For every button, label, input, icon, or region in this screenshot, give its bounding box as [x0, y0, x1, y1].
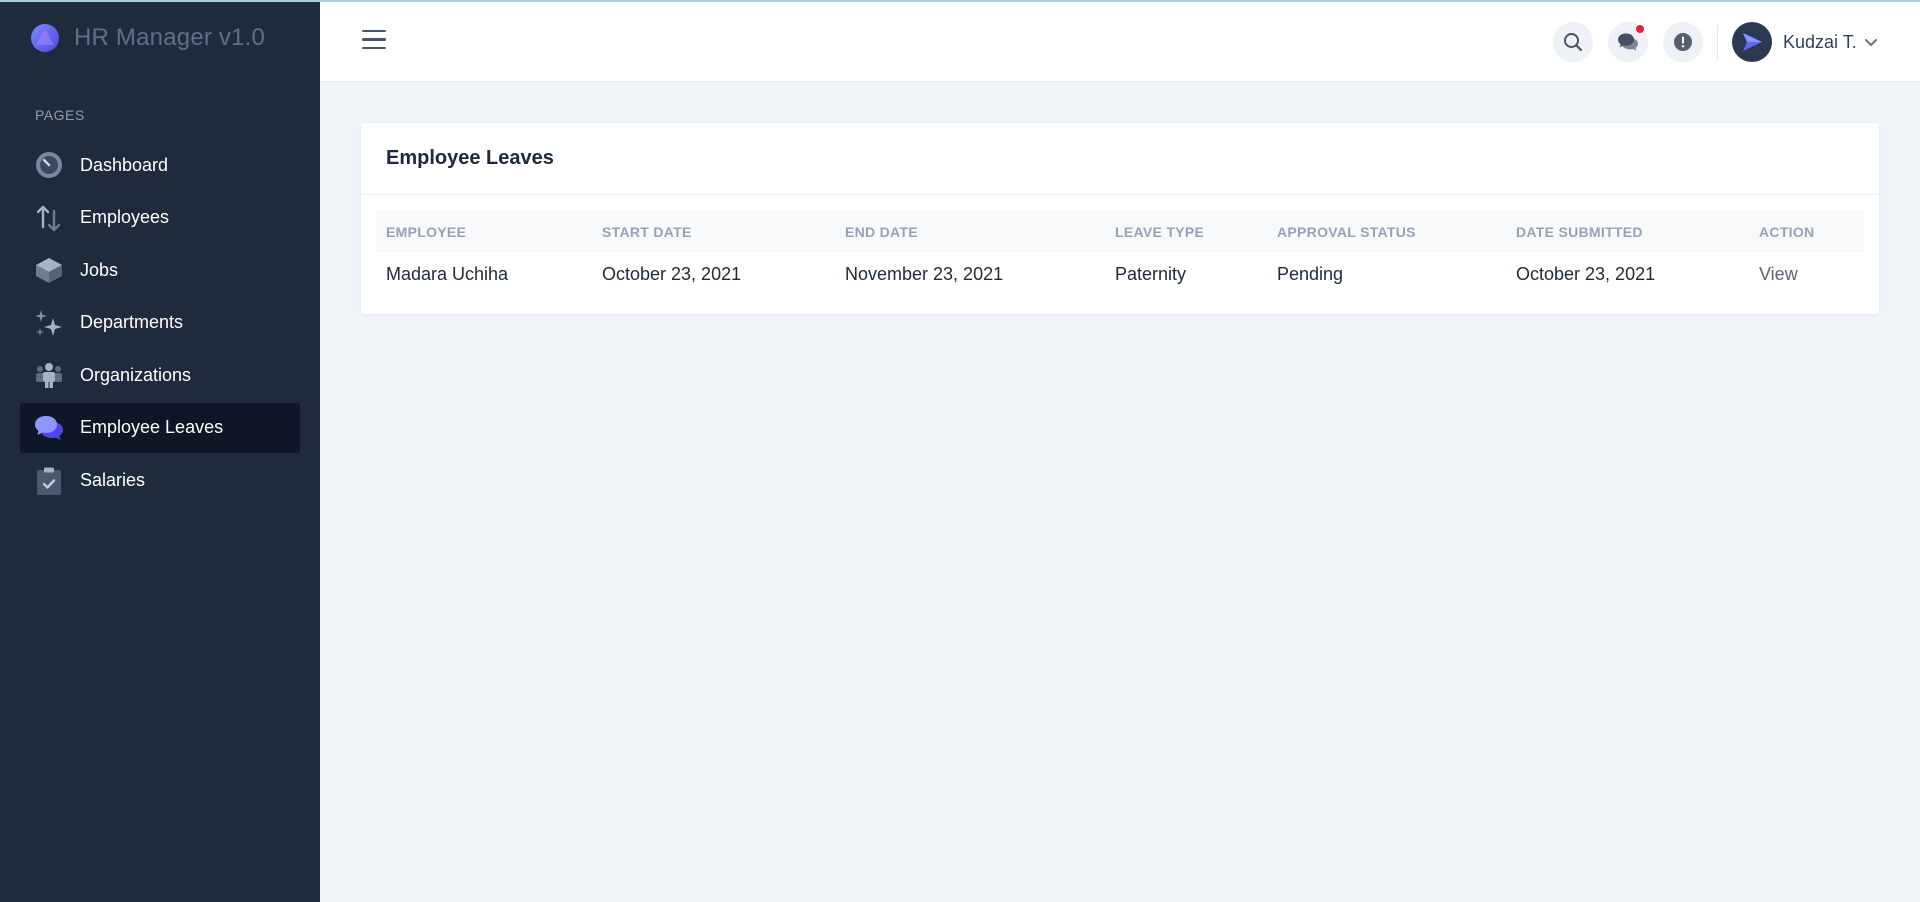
cell-leave-type: Paternity	[1115, 264, 1187, 284]
sidebar-section-label: PAGES	[35, 107, 85, 123]
avatar	[1732, 22, 1772, 62]
people-icon	[34, 360, 64, 390]
brand-logo-icon	[31, 24, 59, 52]
menu-toggle-icon[interactable]	[362, 30, 386, 52]
card-divider	[361, 194, 1879, 195]
column-header-action: ACTION	[1759, 224, 1815, 240]
cell-start-date: October 23, 2021	[602, 264, 742, 284]
search-icon	[1564, 33, 1583, 52]
column-header-approval-status: APPROVAL STATUS	[1277, 224, 1416, 240]
brand-name: HR Manager v1.0	[74, 24, 266, 51]
cell-date-submitted: October 23, 2021	[1516, 264, 1656, 284]
app-root: HR Manager v1.0 PAGES Dashboard Employee…	[0, 0, 1920, 902]
table-row: Madara Uchiha October 23, 2021 November …	[376, 252, 1864, 296]
sidebar-item-label: Salaries	[80, 470, 146, 491]
sidebar-item-employees[interactable]: Employees	[20, 193, 300, 243]
header-divider	[1717, 25, 1718, 59]
box-icon	[34, 255, 64, 285]
cell-employee: Madara Uchiha	[386, 264, 509, 284]
sidebar: HR Manager v1.0 PAGES Dashboard Employee…	[0, 0, 320, 902]
top-accent-line	[0, 0, 1920, 2]
sort-arrows-icon	[34, 203, 64, 233]
sidebar-item-label: Dashboard	[80, 154, 169, 175]
cell-approval-status: Pending	[1277, 264, 1344, 284]
sidebar-item-label: Employees	[80, 207, 170, 228]
sidebar-item-departments[interactable]: Departments	[20, 298, 300, 348]
notification-dot	[1636, 25, 1644, 33]
user-menu[interactable]: Kudzai T.	[1732, 21, 1879, 63]
alerts-button[interactable]	[1663, 22, 1703, 62]
column-header-leave-type: LEAVE TYPE	[1115, 224, 1205, 240]
top-header: Kudzai T.	[320, 0, 1920, 82]
sidebar-item-label: Organizations	[80, 364, 192, 385]
sidebar-item-label: Employee Leaves	[80, 417, 224, 438]
chevron-down-icon	[1864, 39, 1877, 46]
sidebar-item-salaries[interactable]: Salaries	[20, 456, 300, 506]
card-title: Employee Leaves	[386, 147, 554, 169]
sidebar-item-label: Jobs	[80, 259, 119, 280]
sparkles-icon	[34, 308, 64, 338]
column-header-date-submitted: DATE SUBMITTED	[1516, 224, 1643, 240]
cell-end-date: November 23, 2021	[845, 264, 1004, 284]
sidebar-item-organizations[interactable]: Organizations	[20, 350, 300, 400]
messages-button[interactable]	[1608, 22, 1648, 62]
gauge-icon	[34, 150, 64, 180]
sidebar-nav: Dashboard Employees Jobs Departments Org…	[20, 140, 300, 508]
brand[interactable]: HR Manager v1.0	[30, 22, 265, 54]
sidebar-item-employee-leaves[interactable]: Employee Leaves	[20, 402, 300, 453]
employee-leaves-card: Employee Leaves EMPLOYEE START DATE END …	[361, 123, 1879, 314]
chat-bubbles-icon	[34, 413, 64, 443]
view-link[interactable]: View	[1759, 264, 1798, 285]
column-header-start-date: START DATE	[602, 224, 692, 240]
chat-icon	[1618, 33, 1638, 51]
column-header-end-date: END DATE	[845, 224, 918, 240]
send-icon	[1743, 33, 1762, 51]
sidebar-item-label: Departments	[80, 312, 184, 333]
table-header: EMPLOYEE START DATE END DATE LEAVE TYPE …	[376, 210, 1864, 252]
sidebar-item-jobs[interactable]: Jobs	[20, 245, 300, 295]
search-button[interactable]	[1553, 22, 1593, 62]
column-header-employee: EMPLOYEE	[386, 224, 467, 240]
clipboard-check-icon	[34, 466, 64, 496]
user-name: Kudzai T.	[1783, 31, 1857, 52]
alert-icon	[1674, 33, 1692, 51]
sidebar-item-dashboard[interactable]: Dashboard	[20, 140, 300, 190]
